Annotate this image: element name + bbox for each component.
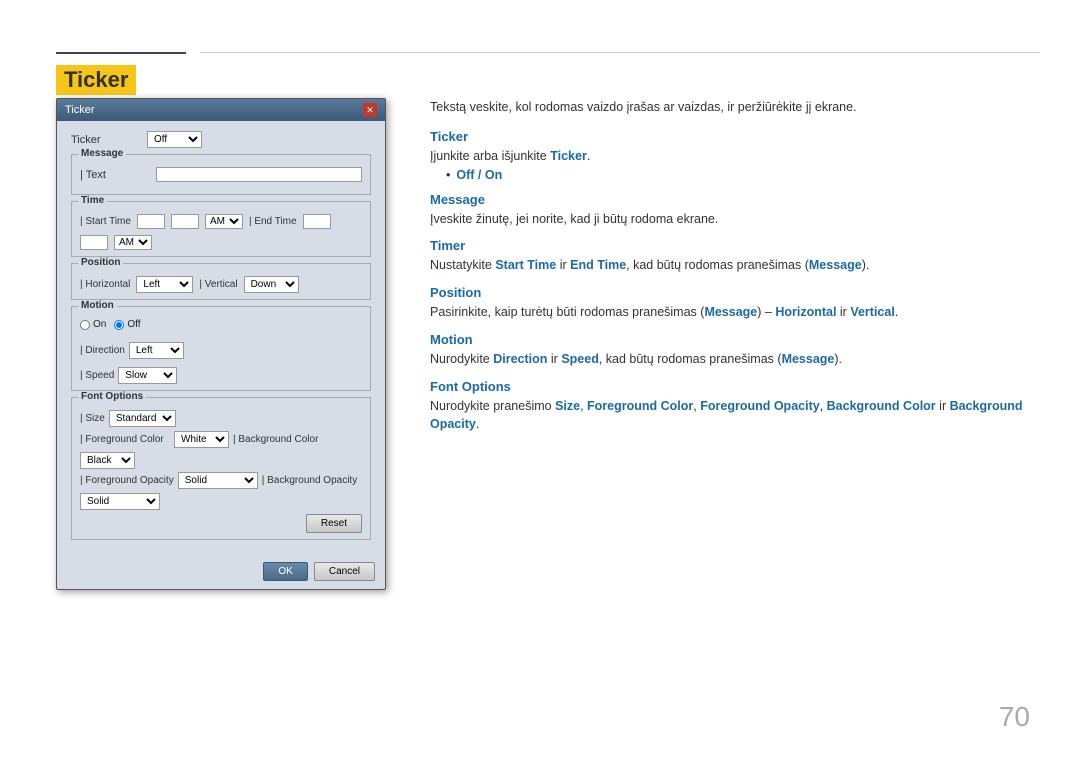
content-area: Tekstą veskite, kol rodomas vaizdo įraša… (430, 98, 1040, 444)
motion-off-radio[interactable] (114, 320, 124, 330)
font-options-section: Font Options | Size StandardLargeSmall |… (71, 397, 371, 540)
ticker-select[interactable]: Off On (147, 131, 202, 148)
motion-section-title: Motion (78, 300, 117, 311)
direction-row: | Direction LeftRight (80, 342, 362, 359)
opacity-row: | Foreground Opacity SolidTransparent | … (80, 472, 362, 510)
text-position: Pasirinkite, kaip turėtų būti rodomas pr… (430, 303, 1040, 322)
text-input[interactable] (156, 167, 362, 182)
fg-opacity-label: | Foreground Opacity (80, 475, 174, 486)
start-ampm-select[interactable]: AMPM (205, 214, 243, 229)
position-section-title: Position (78, 257, 123, 268)
dialog-close-button[interactable]: ✕ (363, 103, 377, 117)
dialog-footer: OK Cancel (57, 556, 385, 589)
page-title: Ticker (56, 65, 136, 95)
text-label: | Text (80, 169, 150, 181)
text-motion: Nurodykite Direction ir Speed, kad būtų … (430, 350, 1040, 369)
section-message: Message Įveskite žinutę, jei norite, kad… (430, 192, 1040, 229)
section-position: Position Pasirinkite, kaip turėtų būti r… (430, 285, 1040, 322)
font-options-title: Font Options (78, 391, 146, 402)
heading-position: Position (430, 285, 1040, 300)
horizontal-select[interactable]: LeftRightCenter (136, 276, 193, 293)
reset-row: Reset (80, 514, 362, 533)
top-rule-left (56, 52, 186, 54)
heading-motion: Motion (430, 332, 1040, 347)
colors-row: | Foreground Color WhiteBlackRed | Backg… (80, 431, 362, 469)
vertical-label: | Vertical (199, 279, 237, 290)
timer-section-title: Time (78, 195, 107, 206)
speed-label: | Speed (80, 370, 114, 381)
speed-select[interactable]: SlowNormalFast (118, 367, 177, 384)
reset-button[interactable]: Reset (306, 514, 362, 533)
motion-on-label[interactable]: On (80, 319, 106, 330)
top-rule-right (200, 52, 1040, 53)
section-ticker: Ticker Įjunkite arba išjunkite Ticker. •… (430, 129, 1040, 182)
speed-row: | Speed SlowNormalFast (80, 367, 362, 384)
bullet-off-on: • Off / On (446, 168, 1040, 182)
dialog-title: Ticker (65, 104, 95, 116)
bg-color-label: | Background Color (233, 434, 323, 445)
size-row: | Size StandardLargeSmall (80, 410, 362, 427)
fg-opacity-select[interactable]: SolidTransparent (178, 472, 258, 489)
timer-section: Time | Start Time 12 00 AMPM | End Time … (71, 201, 371, 257)
dialog-titlebar: Ticker ✕ (57, 99, 385, 121)
end-min-input[interactable]: 03 (80, 235, 108, 250)
end-hour-input[interactable]: 12 (303, 214, 331, 229)
text-ticker: Įjunkite arba išjunkite Ticker. (430, 147, 1040, 166)
ticker-field-label: Ticker (71, 134, 141, 146)
direction-select[interactable]: LeftRight (129, 342, 184, 359)
fg-color-label: | Foreground Color (80, 434, 170, 445)
end-ampm-select[interactable]: AMPM (114, 235, 152, 250)
page-number: 70 (999, 701, 1030, 733)
vertical-select[interactable]: DownUp (244, 276, 299, 293)
ticker-dialog: Ticker ✕ Ticker Off On Message | Text Ti… (56, 98, 386, 590)
content-intro: Tekstą veskite, kol rodomas vaizdo įraša… (430, 98, 1040, 117)
motion-section: Motion On Off | Direction LeftRight (71, 306, 371, 391)
text-font-options: Nurodykite pranešimo Size, Foreground Co… (430, 397, 1040, 435)
text-timer: Nustatykite Start Time ir End Time, kad … (430, 256, 1040, 275)
start-min-input[interactable]: 00 (171, 214, 199, 229)
text-message: Įveskite žinutę, jei norite, kad ji būtų… (430, 210, 1040, 229)
message-section: Message | Text (71, 154, 371, 195)
dialog-body: Ticker Off On Message | Text Time | Star… (57, 121, 385, 556)
heading-message: Message (430, 192, 1040, 207)
heading-timer: Timer (430, 238, 1040, 253)
heading-font-options: Font Options (430, 379, 1040, 394)
start-hour-input[interactable]: 12 (137, 214, 165, 229)
font-options-body: | Size StandardLargeSmall | Foreground C… (80, 410, 362, 533)
motion-off-text: Off (127, 319, 140, 330)
bg-color-select[interactable]: BlackWhite (80, 452, 135, 469)
start-time-label: | Start Time (80, 216, 131, 227)
position-section: Position | Horizontal LeftRightCenter | … (71, 263, 371, 300)
end-time-label: | End Time (249, 216, 297, 227)
bg-opacity-label: | Background Opacity (262, 475, 357, 486)
bg-opacity-select[interactable]: SolidTransparent (80, 493, 160, 510)
section-font-options: Font Options Nurodykite pranešimo Size, … (430, 379, 1040, 435)
ticker-row: Ticker Off On (71, 131, 371, 148)
direction-label: | Direction (80, 345, 125, 356)
motion-off-label[interactable]: Off (114, 319, 140, 330)
text-row: | Text (80, 167, 362, 182)
horizontal-label: | Horizontal (80, 279, 130, 290)
size-select[interactable]: StandardLargeSmall (109, 410, 176, 427)
message-section-title: Message (78, 148, 126, 159)
motion-on-radio[interactable] (80, 320, 90, 330)
ok-button[interactable]: OK (263, 562, 307, 581)
heading-ticker: Ticker (430, 129, 1040, 144)
size-label: | Size (80, 413, 105, 424)
section-motion: Motion Nurodykite Direction ir Speed, ka… (430, 332, 1040, 369)
cancel-button[interactable]: Cancel (314, 562, 375, 581)
fg-color-select[interactable]: WhiteBlackRed (174, 431, 229, 448)
motion-on-text: On (93, 319, 106, 330)
section-timer: Timer Nustatykite Start Time ir End Time… (430, 238, 1040, 275)
